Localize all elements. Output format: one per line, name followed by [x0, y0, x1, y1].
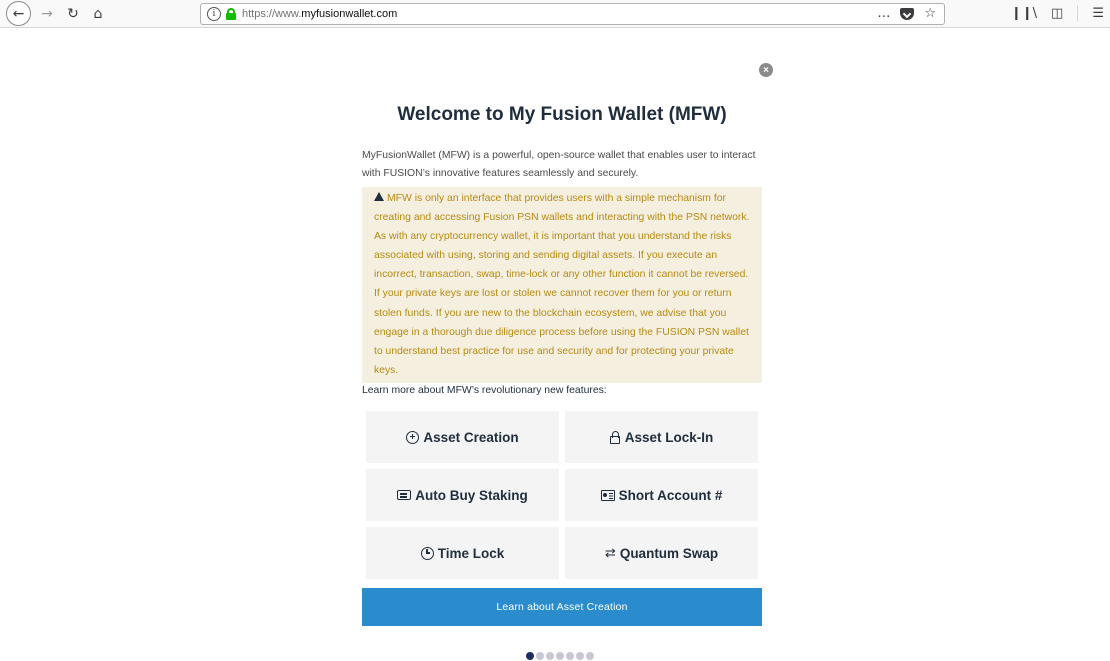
arrow-left-icon: ←: [12, 5, 25, 22]
feature-label: Asset Lock-In: [624, 429, 714, 445]
pagination-dot[interactable]: [536, 652, 544, 660]
sidebar-icon[interactable]: ◫: [1051, 6, 1063, 21]
home-icon: ⌂: [93, 6, 103, 22]
pagination-dots: [526, 652, 594, 660]
warning-text: MFW is only an interface that provides u…: [374, 193, 750, 376]
pagination-dot[interactable]: [546, 652, 554, 660]
url-bar[interactable]: i https://www.myfusionwallet.com … ☆: [200, 3, 945, 25]
swap-icon: ⇄: [604, 545, 616, 560]
pagination-dot[interactable]: [586, 652, 594, 660]
pagination-dot[interactable]: [576, 652, 584, 660]
clock-icon: [420, 546, 434, 560]
menu-icon[interactable]: ☰: [1092, 6, 1104, 21]
close-icon[interactable]: ×: [759, 63, 773, 77]
warning-box: MFW is only an interface that provides u…: [362, 187, 762, 383]
browser-toolbar: ← → ↻ ⌂ i https://www.myfusionwallet.com…: [0, 0, 1110, 28]
id-card-icon: [600, 489, 615, 501]
intro-text: MyFusionWallet (MFW) is a powerful, open…: [362, 150, 756, 179]
lock-icon: [609, 430, 621, 444]
feature-time-lock[interactable]: Time Lock: [366, 527, 559, 579]
back-button[interactable]: ←: [6, 1, 31, 26]
library-icon[interactable]: ❙❙\: [1011, 6, 1037, 21]
feature-label: Time Lock: [437, 545, 505, 561]
pagination-dot[interactable]: [526, 652, 534, 660]
url-prefix: https://www.: [242, 8, 302, 20]
feature-asset-creation[interactable]: Asset Creation: [366, 411, 559, 463]
toolbar-divider: [1077, 5, 1079, 21]
feature-label: Quantum Swap: [619, 545, 719, 561]
page-actions-icon[interactable]: …: [877, 6, 890, 21]
pagination-dot[interactable]: [566, 652, 574, 660]
toolbar-right: ❙❙\ ◫ ☰: [1011, 5, 1104, 21]
card-icon: [397, 490, 412, 500]
arrow-right-icon: →: [41, 6, 53, 22]
learn-more-text: Learn more about MFW’s revolutionary new…: [362, 385, 607, 396]
feature-auto-buy-staking[interactable]: Auto Buy Staking: [366, 469, 559, 521]
home-button[interactable]: ⌂: [89, 5, 107, 23]
feature-short-account[interactable]: Short Account #: [565, 469, 758, 521]
pagination-dot[interactable]: [556, 652, 564, 660]
warning-icon: [374, 192, 384, 201]
url-domain: myfusionwallet.com: [301, 8, 398, 20]
feature-label: Short Account #: [618, 487, 723, 503]
learn-asset-creation-button[interactable]: Learn about Asset Creation: [362, 588, 762, 626]
feature-asset-lock-in[interactable]: Asset Lock-In: [565, 411, 758, 463]
feature-quantum-swap[interactable]: ⇄ Quantum Swap: [565, 527, 758, 579]
forward-button[interactable]: →: [38, 5, 56, 23]
page-title: Welcome to My Fusion Wallet (MFW): [397, 104, 727, 125]
feature-label: Auto Buy Staking: [415, 487, 528, 503]
url-actions: … ☆: [877, 6, 936, 21]
bookmark-star-icon[interactable]: ☆: [924, 6, 936, 21]
url-text[interactable]: https://www.myfusionwallet.com: [242, 8, 397, 20]
reload-icon: ↻: [67, 6, 79, 22]
reload-button[interactable]: ↻: [64, 5, 82, 23]
pocket-icon[interactable]: [900, 7, 915, 20]
lock-icon[interactable]: [226, 8, 236, 20]
plus-circle-icon: [406, 430, 420, 444]
info-icon[interactable]: i: [207, 7, 221, 21]
feature-label: Asset Creation: [423, 429, 519, 445]
